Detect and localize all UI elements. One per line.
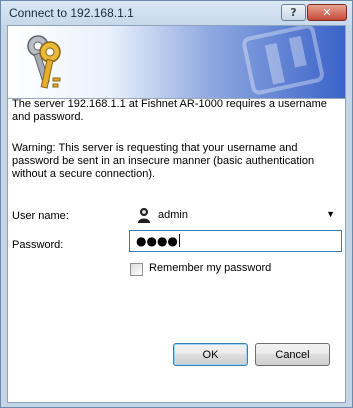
banner: [8, 26, 345, 98]
ok-button[interactable]: OK: [173, 343, 248, 366]
close-button[interactable]: ✕: [307, 4, 347, 21]
password-label: Password:: [12, 239, 64, 251]
server-message: The server 192.168.1.1 at Fishnet AR-100…: [12, 98, 327, 123]
keys-icon: [27, 35, 61, 89]
username-combobox[interactable]: admin ▼: [129, 204, 342, 226]
login-dialog-window: Connect to 192.168.1.1 ? ✕ The server 19…: [0, 0, 353, 408]
password-field[interactable]: ●●●●: [129, 230, 342, 252]
remember-password-checkbox[interactable]: [130, 263, 143, 276]
title-bar[interactable]: Connect to 192.168.1.1 ? ✕: [1, 1, 352, 25]
window-title: Connect to 192.168.1.1: [9, 6, 134, 20]
username-label: User name:: [12, 210, 69, 222]
text-caret: [178, 234, 180, 247]
username-field[interactable]: admin ▼: [130, 205, 341, 225]
help-icon: ?: [290, 6, 297, 19]
security-warning: Warning: This server is requesting that …: [12, 142, 315, 180]
username-value: admin: [158, 209, 188, 221]
cancel-button[interactable]: Cancel: [255, 343, 330, 366]
cancel-button-label: Cancel: [275, 348, 310, 361]
chevron-down-icon[interactable]: ▼: [326, 209, 335, 219]
remember-password-label[interactable]: Remember my password: [149, 262, 271, 274]
password-value: ●●●●: [136, 234, 180, 248]
password-dots: ●●●●: [136, 234, 178, 248]
help-button[interactable]: ?: [281, 4, 306, 21]
background-key-icon: [242, 26, 324, 95]
user-icon: [138, 208, 150, 223]
ok-button-label: OK: [202, 348, 219, 361]
close-icon: ✕: [322, 6, 332, 19]
